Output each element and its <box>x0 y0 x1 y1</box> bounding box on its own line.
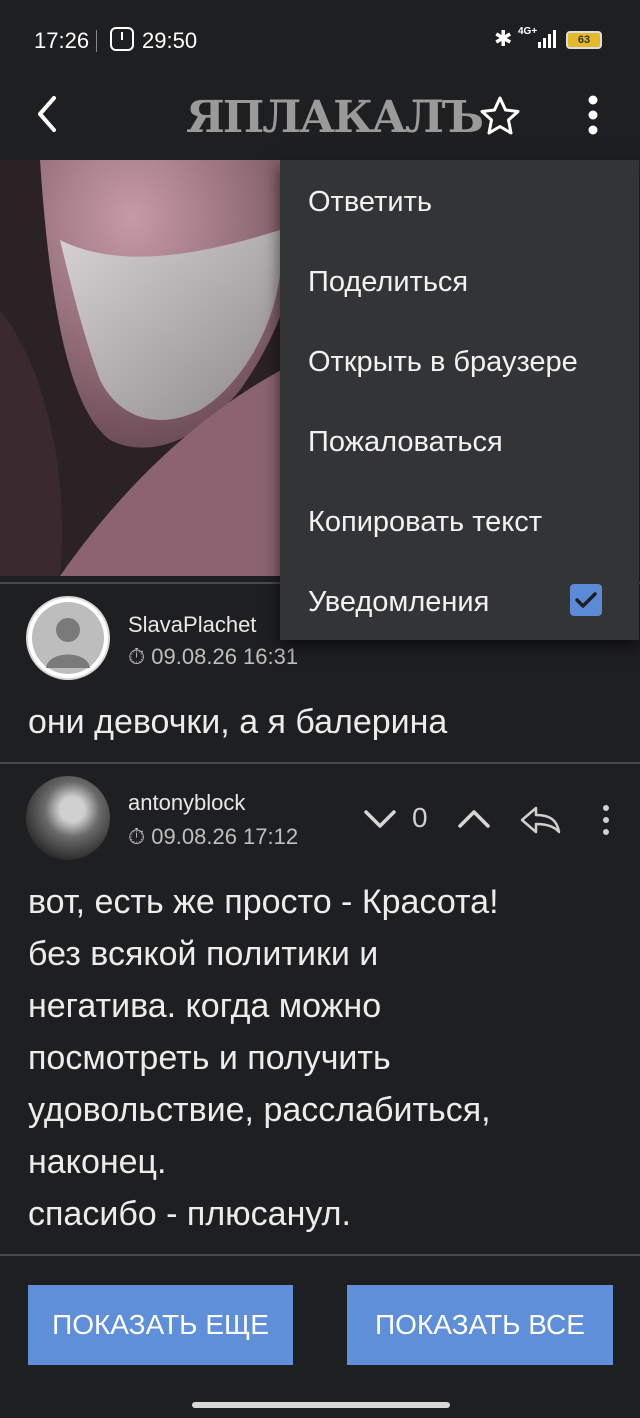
more-vertical-icon <box>588 95 598 135</box>
clock-icon: ⏱ <box>128 824 146 849</box>
avatar[interactable] <box>26 776 110 860</box>
comment-date: ⏱ 09.08.26 17:12 <box>128 824 299 849</box>
more-vertical-icon <box>603 805 609 835</box>
timer-icon <box>110 27 134 51</box>
menu-item-copy-text[interactable]: Копировать текст <box>308 506 542 539</box>
reply-icon <box>520 806 561 834</box>
comment-line: вот, есть же просто - Красота! <box>28 883 499 921</box>
comment-line: без всякой политики и <box>28 935 379 973</box>
comment-username[interactable]: SlavaPlachet <box>128 612 256 638</box>
comment-line: наконец. <box>28 1143 167 1181</box>
comment-more-button[interactable] <box>596 804 616 838</box>
comment-username[interactable]: antonyblock <box>128 790 245 816</box>
app-logo: ЯПЛАКАЛЪ <box>186 92 484 143</box>
gesture-nav-bar[interactable] <box>192 1402 450 1408</box>
menu-item-open-browser[interactable]: Открыть в браузере <box>308 346 578 379</box>
signal-icon <box>538 30 558 48</box>
overflow-menu: Ответить Поделиться Открыть в браузере П… <box>280 160 639 640</box>
comment-line: спасибо - плюсанул. <box>28 1195 351 1233</box>
star-icon <box>480 96 520 135</box>
chevron-down-icon <box>364 810 396 828</box>
check-icon <box>575 592 597 608</box>
show-all-button[interactable]: ПОКАЗАТЬ ВСЕ <box>347 1285 613 1365</box>
comment-line: удовольствие, расслабиться, <box>28 1091 491 1129</box>
divider <box>0 1254 640 1256</box>
menu-item-report[interactable]: Пожаловаться <box>308 426 503 459</box>
notifications-checkbox[interactable] <box>570 584 602 616</box>
battery-icon: 63 <box>566 31 602 49</box>
bluetooth-icon: ✱ <box>494 26 513 51</box>
menu-item-reply[interactable]: Ответить <box>308 186 432 219</box>
vote-up-button[interactable] <box>456 804 492 834</box>
comment-date: ⏱ 09.08.26 16:31 <box>128 644 299 669</box>
status-timer: 29:50 <box>142 28 198 53</box>
favorite-button[interactable] <box>478 94 522 138</box>
menu-item-notifications[interactable]: Уведомления <box>308 586 489 619</box>
status-bar: 17:26 29:50 ✱ 4G+ 63 <box>0 0 640 80</box>
comment: antonyblock ⏱ 09.08.26 17:12 0 вот, есть… <box>0 764 640 1254</box>
comment-line: посмотреть и получить <box>28 1039 391 1077</box>
status-time: 17:26 <box>34 28 90 53</box>
status-separator <box>96 30 97 52</box>
avatar[interactable] <box>26 596 110 680</box>
comment-text: вот, есть же просто - Красота! без всяко… <box>28 876 628 1240</box>
show-more-button[interactable]: ПОКАЗАТЬ ЕЩЕ <box>28 1285 293 1365</box>
default-avatar-icon <box>28 598 108 678</box>
vote-count: 0 <box>412 802 428 833</box>
back-button[interactable] <box>30 92 66 136</box>
chevron-up-icon <box>458 810 490 828</box>
comment-line: негатива. когда можно <box>28 987 382 1025</box>
reply-button[interactable] <box>518 804 562 836</box>
overflow-menu-button[interactable] <box>580 94 606 138</box>
chevron-left-icon <box>38 96 56 132</box>
menu-item-share[interactable]: Поделиться <box>308 266 468 299</box>
comment-text: они девочки, а я балерина <box>28 703 448 741</box>
vote-down-button[interactable] <box>362 804 398 834</box>
clock-icon: ⏱ <box>128 644 146 669</box>
network-type: 4G+ <box>518 26 538 37</box>
